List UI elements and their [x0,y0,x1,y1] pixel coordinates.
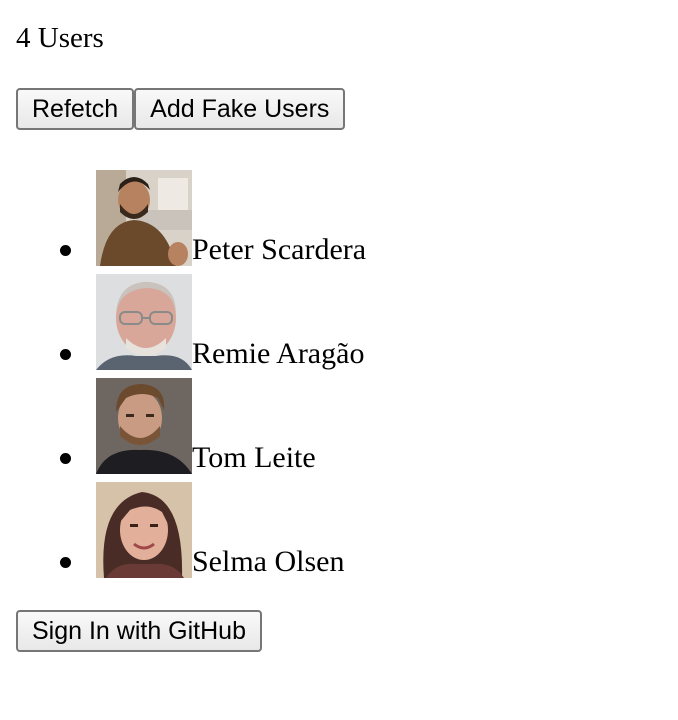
user-name: Tom Leite [192,441,316,474]
avatar [96,274,192,370]
toolbar: Refetch Add Fake Users [16,88,346,130]
user-count: 4 Users [16,22,104,54]
avatar [96,170,192,266]
add-fake-users-button[interactable]: Add Fake Users [134,88,346,130]
user-list-item: Remie Aragão [60,266,366,370]
list-bullet [60,245,71,256]
list-bullet [60,557,71,568]
user-list: Peter Scardera Remie Aragão Tom Leite Se… [60,162,367,578]
avatar [96,482,192,578]
user-list-item: Peter Scardera [60,162,367,266]
user-list-item: Tom Leite [60,370,366,474]
sign-in-with-github-button[interactable]: Sign In with GitHub [16,610,262,652]
user-name: Remie Aragão [192,337,365,370]
list-bullet [60,453,71,464]
user-name: Peter Scardera [192,233,367,266]
avatar [96,378,192,474]
list-bullet [60,349,71,360]
refetch-button[interactable]: Refetch [16,88,135,130]
user-list-item: Selma Olsen [60,474,366,578]
user-name: Selma Olsen [192,545,345,578]
